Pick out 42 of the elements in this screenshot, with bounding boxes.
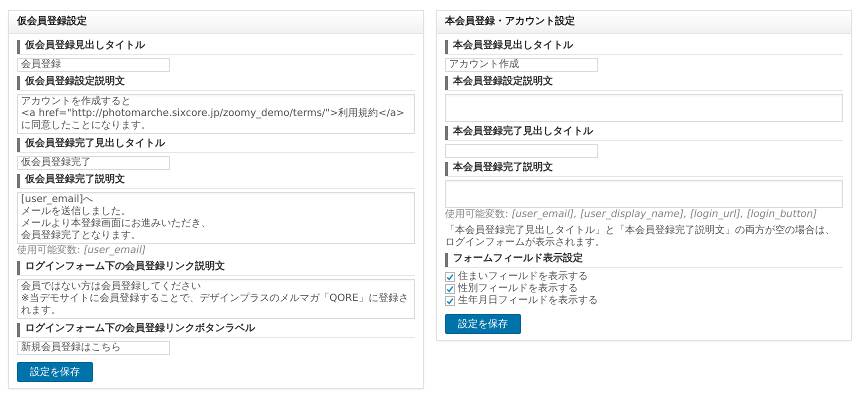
section-heading: フォームフィールド表示設定 <box>445 253 843 268</box>
note-text: 「本会員登録完了見出しタイトル」と「本会員登録完了説明文」の両方が空の場合は、ログインフォームが表示されます。 <box>445 225 836 249</box>
section-heading: ログインフォーム下の会員登録リンクボタンラベル <box>17 323 415 338</box>
textarea-field[interactable]: 会員ではない方は会員登録してください ※当デモサイトに会員登録することで、デザインプラスのメルマガ「QORE」に登録されます。 <box>17 279 415 319</box>
text-line: メールを送信しました。 <box>21 206 132 218</box>
textarea-field[interactable] <box>445 94 843 122</box>
hint-text: 使用可能変数: [user_email], [user_display_name], [login_url], [login_button] <box>445 209 818 221</box>
section-heading: 仮会員登録見出しタイトル <box>17 40 415 55</box>
section-heading: 仮会員登録完了見出しタイトル <box>17 138 415 153</box>
textarea-field[interactable]: [user_email]へ メールを送信しました。 メールより本登録画面にお進みいただき、 会員登録完了となります。 <box>17 192 415 244</box>
text-line: 会員ではない方は会員登録してください <box>21 281 202 292</box>
section-heading: 本会員登録完了説明文 <box>445 162 843 177</box>
checkbox-label: 性別フィールドを表示する <box>458 283 578 294</box>
hint-text: 使用可能変数: [user_email] <box>17 245 147 257</box>
panel-title: 仮会員登録設定 <box>9 11 423 34</box>
input-field[interactable]: 会員登録 <box>17 58 170 72</box>
checkbox-label: 生年月日フィールドを表示する <box>458 295 598 307</box>
section-heading: 仮会員登録完了説明文 <box>17 174 415 189</box>
checkbox[interactable] <box>445 296 455 306</box>
input-field[interactable] <box>445 144 598 158</box>
checkbox[interactable] <box>445 272 455 282</box>
text-line: ※当デモサイトに会員登録することで、デザインプラスのメルマガ「QORE」に登録されます。 <box>21 293 410 317</box>
section-heading: 本会員登録完了見出しタイトル <box>445 126 843 141</box>
section-heading: 仮会員登録設定説明文 <box>17 76 415 91</box>
checkbox[interactable] <box>445 284 455 294</box>
textarea-field[interactable] <box>445 180 843 208</box>
save-button[interactable]: 設定を保存 <box>17 362 93 382</box>
checkbox-label: 住まいフィールドを表示する <box>458 271 588 282</box>
input-field[interactable]: 仮会員登録完了 <box>17 156 170 170</box>
textarea-field[interactable]: アカウントを作成すると <a href="http://photomarche.sixcore.jp/zoomy_demo/terms/">利用規約</a>に同意したことになります。 <box>17 94 415 134</box>
text-line: <a href="http://photomarche.sixcore.jp/zoomy_demo/terms/">利用規約</a>に同意したことになります。 <box>21 108 406 132</box>
text-line: アカウントを作成すると <box>21 96 132 108</box>
save-button[interactable]: 設定を保存 <box>445 314 521 334</box>
text-line: メールより本登録画面にお進みいただき、 <box>21 218 212 230</box>
text-line: [user_email]へ <box>21 194 94 206</box>
section-heading: 本会員登録設定説明文 <box>445 76 843 91</box>
input-field[interactable]: 新規会員登録はこちら <box>17 341 170 355</box>
input-field[interactable]: アカウント作成 <box>445 58 598 72</box>
panel-title: 本会員登録・アカウント設定 <box>437 11 851 34</box>
text-line: 会員登録完了となります。 <box>21 230 142 242</box>
section-heading: ログインフォーム下の会員登録リンク説明文 <box>17 261 415 276</box>
section-heading: 本会員登録見出しタイトル <box>445 40 843 55</box>
